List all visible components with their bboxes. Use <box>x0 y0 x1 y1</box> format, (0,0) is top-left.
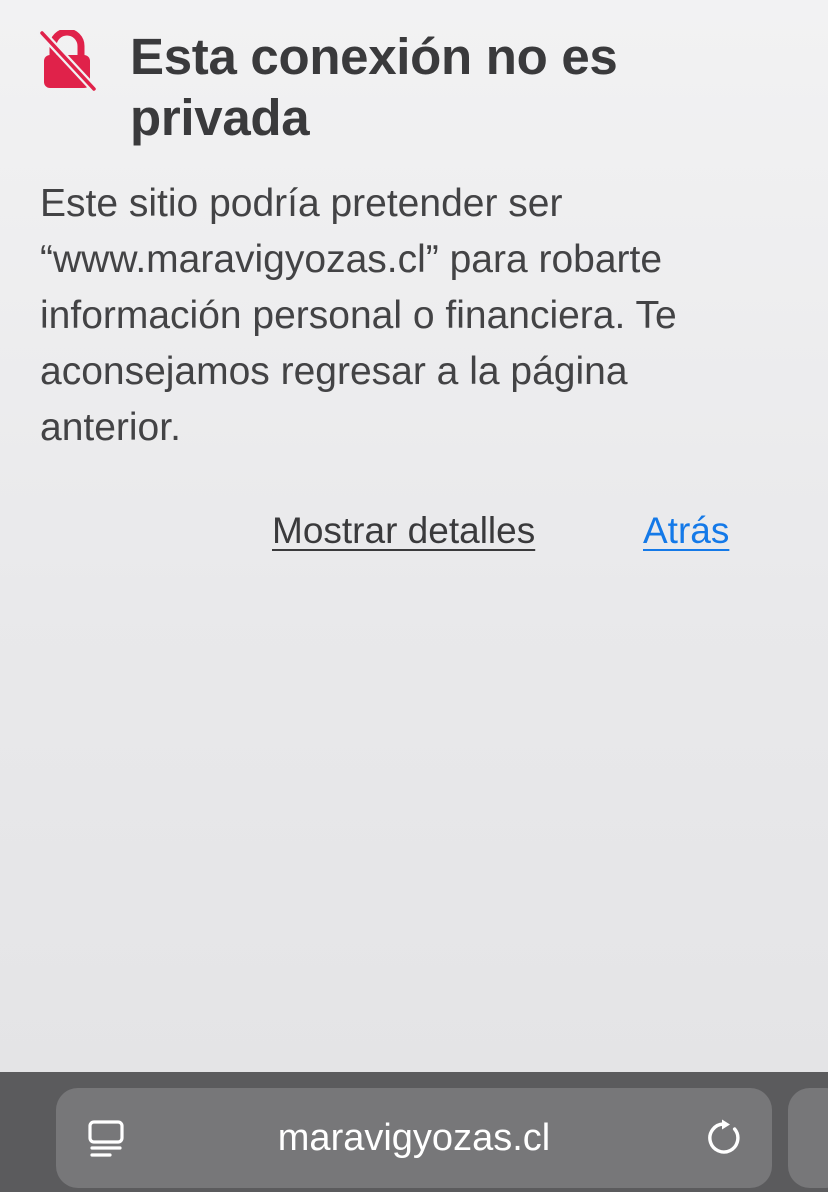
page-menu-icon[interactable] <box>86 1118 126 1158</box>
show-details-link[interactable]: Mostrar detalles <box>272 508 535 554</box>
warning-message: Este sitio podría pretender ser “www.mar… <box>40 182 677 449</box>
privacy-warning-page: Esta conexión no es privada Este sitio p… <box>0 0 828 1072</box>
next-tab-address-bar[interactable] <box>788 1088 828 1188</box>
address-bar[interactable]: maravigyozas.cl <box>56 1088 772 1188</box>
url-text[interactable]: maravigyozas.cl <box>186 1088 642 1188</box>
reload-icon[interactable] <box>704 1118 744 1158</box>
browser-toolbar: maravigyozas.cl <box>0 1072 828 1192</box>
page-title: Esta conexión no es privada <box>130 28 618 146</box>
back-link[interactable]: Atrás <box>643 508 729 554</box>
lock-slash-icon <box>38 28 98 93</box>
